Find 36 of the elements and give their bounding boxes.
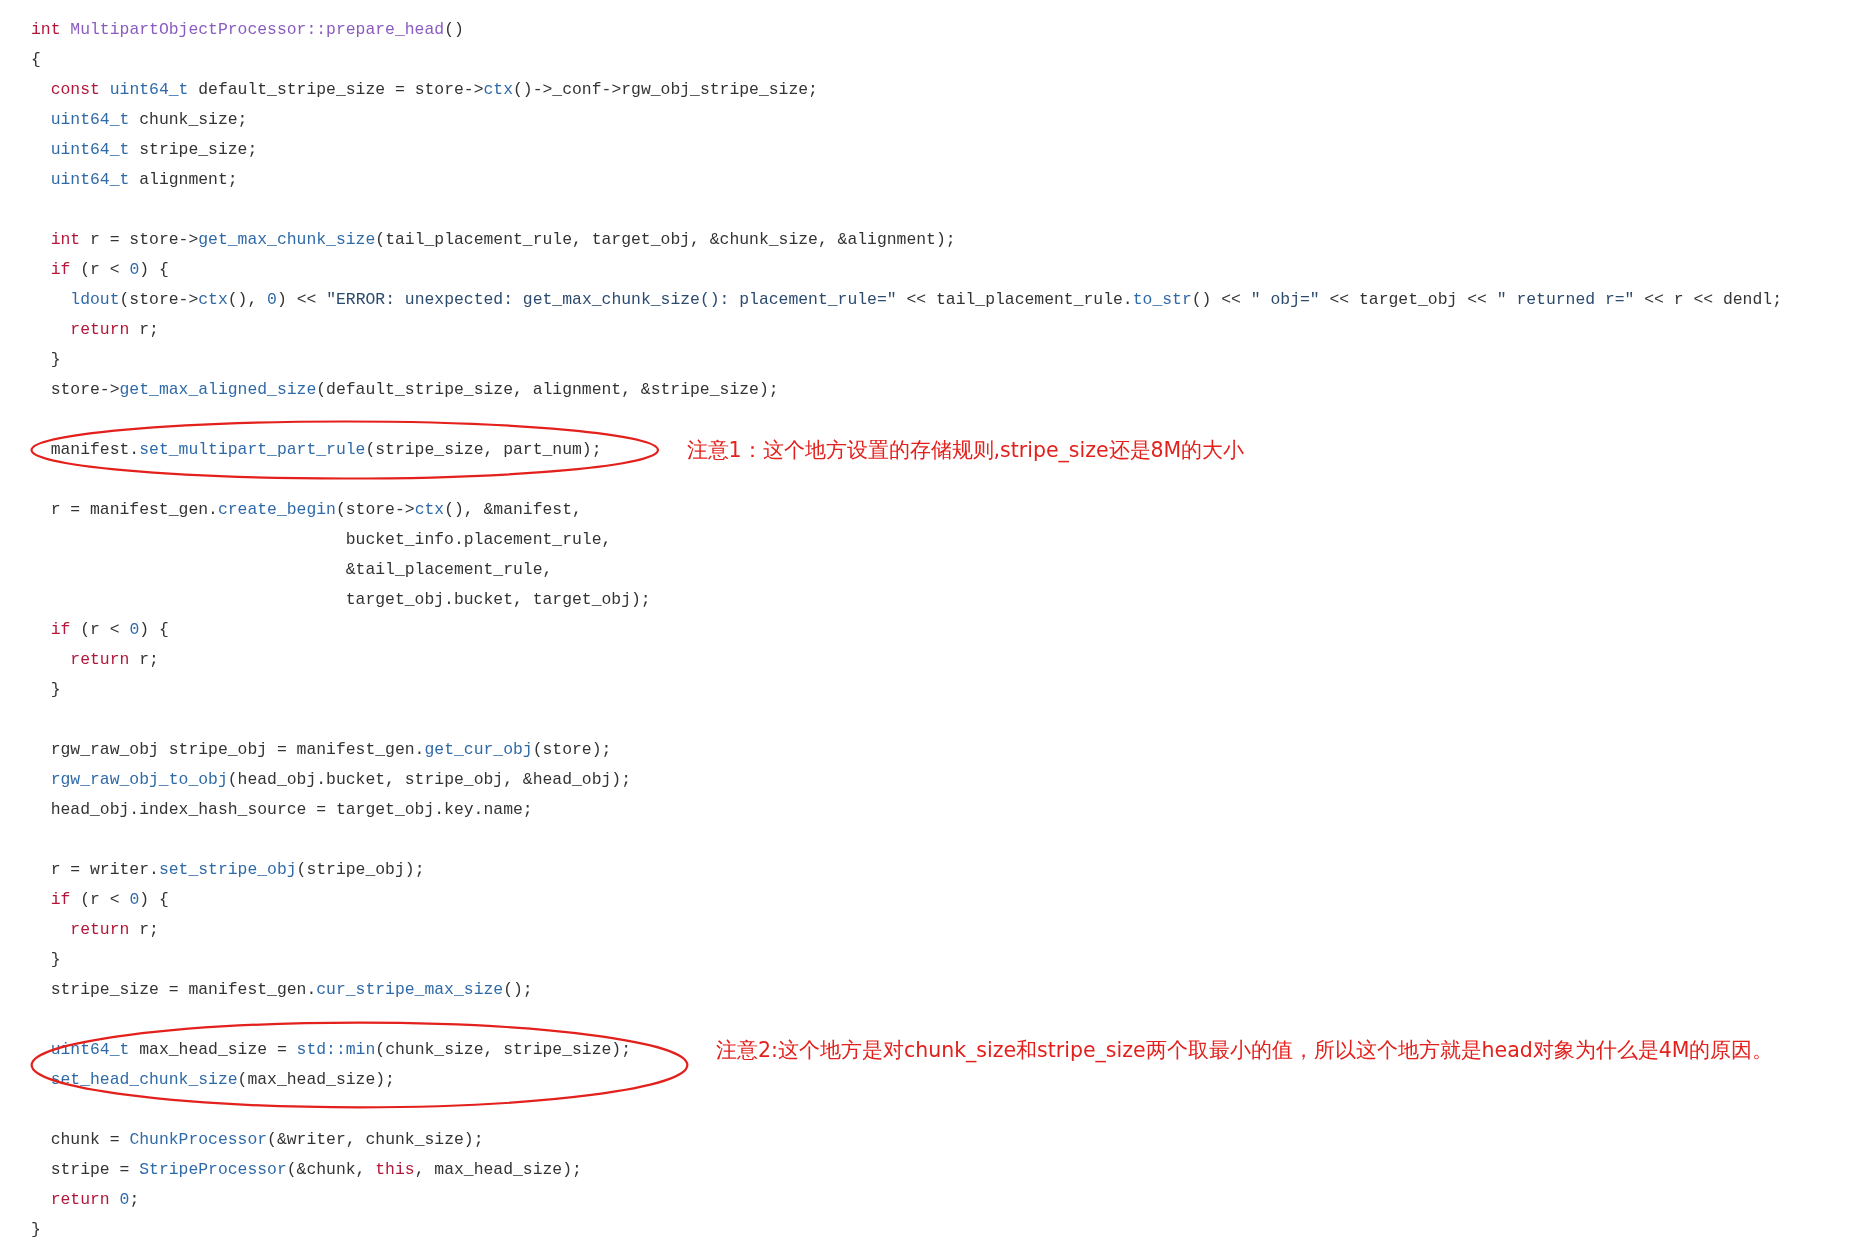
annotation-note: 注意2:这个地方是对chunk_size和stripe_size两个取最小的值，所以这个地方就是head对象为什么是4M的原因。 [716,1037,1774,1065]
code-line: return r; [69,919,159,941]
code-line: r = writer.set_stripe_obj(stripe_obj); [49,859,425,881]
code-line: { [31,49,41,71]
code-line: return r; [69,319,159,341]
code-line: if (r < 0) { [49,619,169,641]
code-line: return r; [69,649,159,671]
code-line: rgw_raw_obj_to_obj(head_obj.bucket, stripe_obj, &head_obj); [49,769,631,791]
code-line: } [31,1219,41,1241]
code-line: target_obj.bucket, target_obj); [344,589,651,611]
code-line: int r = store->get_max_chunk_size(tail_placement_rule, target_obj, &chunk_size, &alignment); [49,229,956,251]
code-line: ldout(store->ctx(), 0) << "ERROR: unexpected: get_max_chunk_size(): placement_rule=" << tail_placement_rule.to_str() << " obj=" << target_obj << " returned r=" << r << dendl; [69,289,1782,311]
code-line: set_head_chunk_size(max_head_size); [49,1069,395,1091]
code-line: stripe = StripeProcessor(&chunk, this, max_head_size); [49,1159,582,1181]
code-line: uint64_t stripe_size; [49,139,258,161]
code-line: if (r < 0) { [49,259,169,281]
code-line: return 0; [49,1189,140,1211]
code-line: rgw_raw_obj stripe_obj = manifest_gen.get_cur_obj(store); [49,739,612,761]
code-line: if (r < 0) { [49,889,169,911]
code-line: uint64_t max_head_size = std::min(chunk_size, stripe_size); [49,1039,632,1061]
code-line: chunk = ChunkProcessor(&writer, chunk_size); [49,1129,484,1151]
code-line: uint64_t chunk_size; [49,109,248,131]
code-line: head_obj.index_hash_source = target_obj.key.name; [49,799,533,821]
code-line: store->get_max_aligned_size(default_stripe_size, alignment, &stripe_size); [49,379,779,401]
code-line: &tail_placement_rule, [344,559,553,581]
code-line: } [49,949,61,971]
code-line: } [49,679,61,701]
code-line: stripe_size = manifest_gen.cur_stripe_max_size(); [49,979,533,1001]
code-line: manifest.set_multipart_part_rule(stripe_size, part_num); [49,439,602,461]
code-line: bucket_info.placement_rule, [344,529,612,551]
code-line: } [49,349,61,371]
annotation-note: 注意1：这个地方设置的存储规则,stripe_size还是8M的大小 [686,437,1245,465]
code-line: r = manifest_gen.create_begin(store->ctx(), &manifest, [49,499,582,521]
code-line: const uint64_t default_stripe_size = store->ctx()->_conf->rgw_obj_stripe_size; [49,79,818,101]
code-line: uint64_t alignment; [49,169,238,191]
code-line: int MultipartObjectProcessor::prepare_head() [31,19,464,41]
